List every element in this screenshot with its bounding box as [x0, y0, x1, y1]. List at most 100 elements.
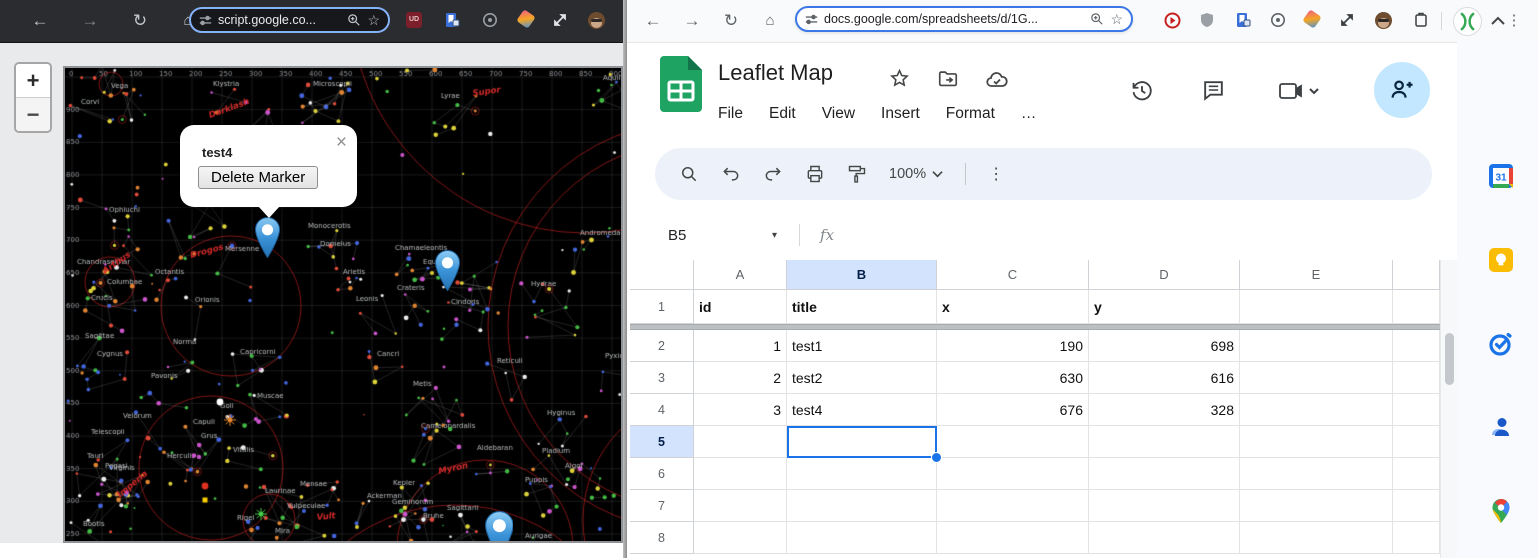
back-icon[interactable]: ←: [27, 0, 53, 42]
back-icon[interactable]: ←: [640, 0, 666, 42]
vertical-scrollbar[interactable]: [1440, 260, 1458, 558]
scrollbar-thumb[interactable]: [1445, 333, 1454, 385]
bookmark-star-icon[interactable]: ☆: [367, 12, 380, 29]
extension-play-icon[interactable]: [1164, 12, 1182, 30]
extension-bookmark-lock-icon[interactable]: [1235, 12, 1253, 30]
column-header-D[interactable]: D: [1089, 260, 1240, 290]
cell-F4[interactable]: [1393, 394, 1440, 426]
menu-view[interactable]: View: [822, 100, 855, 128]
row-header-1[interactable]: 1: [630, 290, 694, 324]
cell-E1[interactable]: [1240, 290, 1393, 324]
share-button[interactable]: [1374, 62, 1430, 118]
search-icon[interactable]: [679, 164, 699, 184]
cell-C1[interactable]: x: [937, 290, 1089, 324]
home-icon[interactable]: ⌂: [757, 0, 783, 42]
zoom-in-icon[interactable]: [1090, 12, 1104, 26]
map-marker-3[interactable]: [484, 510, 514, 541]
bookmark-star-icon[interactable]: ☆: [1110, 11, 1123, 28]
toolbar-overflow-kebab-icon[interactable]: ⋮: [988, 164, 1004, 184]
cell-D5[interactable]: [1089, 426, 1240, 458]
extension-circle-icon[interactable]: [482, 12, 500, 30]
cell-C6[interactable]: [937, 458, 1089, 490]
column-header-B[interactable]: B: [787, 260, 937, 290]
cell-E6[interactable]: [1240, 458, 1393, 490]
cell-A5[interactable]: [694, 426, 787, 458]
fill-handle[interactable]: [931, 452, 942, 463]
cell-A1[interactable]: id: [694, 290, 787, 324]
zoom-select[interactable]: 100%: [889, 166, 943, 182]
contacts-icon[interactable]: [1488, 414, 1514, 440]
cell-C8[interactable]: [937, 522, 1089, 554]
name-box-caret-icon[interactable]: ▾: [772, 230, 777, 241]
frozen-row-divider[interactable]: [630, 324, 1457, 330]
popup-close-icon[interactable]: ×: [336, 133, 347, 152]
cell-E3[interactable]: [1240, 362, 1393, 394]
cell-E2[interactable]: [1240, 330, 1393, 362]
cell-D8[interactable]: [1089, 522, 1240, 554]
column-header-E[interactable]: E: [1240, 260, 1393, 290]
cell-A7[interactable]: [694, 490, 787, 522]
row-header-4[interactable]: 4: [630, 394, 694, 426]
cell-E7[interactable]: [1240, 490, 1393, 522]
cell-name-box[interactable]: B5: [627, 227, 764, 244]
cell-E4[interactable]: [1240, 394, 1393, 426]
cell-C3[interactable]: 630: [937, 362, 1089, 394]
cell-B2[interactable]: test1: [787, 330, 937, 362]
undo-icon[interactable]: [721, 164, 741, 184]
cell-B6[interactable]: [787, 458, 937, 490]
cell-F7[interactable]: [1393, 490, 1440, 522]
reload-icon[interactable]: ↻: [718, 0, 744, 42]
grid-corner[interactable]: [1393, 260, 1440, 290]
cell-A3[interactable]: 2: [694, 362, 787, 394]
row-header-3[interactable]: 3: [630, 362, 694, 394]
cell-F6[interactable]: [1393, 458, 1440, 490]
cell-A8[interactable]: [694, 522, 787, 554]
redo-icon[interactable]: [763, 164, 783, 184]
paint-format-icon[interactable]: [847, 164, 867, 184]
delete-marker-button[interactable]: Delete Marker: [198, 166, 319, 189]
map-zoom-in-button[interactable]: +: [16, 64, 50, 97]
cell-A2[interactable]: 1: [694, 330, 787, 362]
tune-icon[interactable]: [805, 13, 818, 26]
star-document-icon[interactable]: [889, 68, 911, 90]
forward-icon[interactable]: →: [77, 0, 103, 42]
map-zoom-out-button[interactable]: −: [16, 97, 50, 131]
tune-icon[interactable]: [199, 14, 212, 27]
forward-icon[interactable]: →: [679, 0, 705, 42]
row-header-6[interactable]: 6: [630, 458, 694, 490]
column-header-A[interactable]: A: [694, 260, 787, 290]
cell-A4[interactable]: 3: [694, 394, 787, 426]
extension-brush-icon[interactable]: [516, 9, 537, 30]
address-bar[interactable]: docs.google.com/spreadsheets/d/1G... ☆: [795, 6, 1133, 32]
cell-D6[interactable]: [1089, 458, 1240, 490]
sheets-logo-icon[interactable]: [660, 56, 702, 112]
reload-icon[interactable]: ↻: [127, 0, 153, 42]
menu-format[interactable]: Format: [946, 100, 995, 128]
cell-F3[interactable]: [1393, 362, 1440, 394]
spreadsheet-grid[interactable]: A B C D E 1 id title x y 2 1 test1 190 698 3 2 test2 630 61…: [630, 260, 1440, 558]
cell-B3[interactable]: test2: [787, 362, 937, 394]
collapse-toolbar-icon[interactable]: [1490, 16, 1506, 26]
version-history-icon[interactable]: [1129, 78, 1155, 104]
menu-edit[interactable]: Edit: [769, 100, 796, 128]
cell-D3[interactable]: 616: [1089, 362, 1240, 394]
grid-corner[interactable]: [630, 260, 694, 290]
profile-avatar[interactable]: [1453, 7, 1482, 36]
cell-E8[interactable]: [1240, 522, 1393, 554]
menu-[interactable]: …: [1021, 100, 1037, 128]
menu-insert[interactable]: Insert: [881, 100, 920, 128]
cell-B7[interactable]: [787, 490, 937, 522]
cell-F2[interactable]: [1393, 330, 1440, 362]
address-bar[interactable]: script.google.co... ☆: [189, 7, 390, 33]
cell-F1[interactable]: [1393, 290, 1440, 324]
map-marker-1[interactable]: [254, 217, 280, 258]
comments-icon[interactable]: [1201, 78, 1227, 104]
avatar-monkey-icon[interactable]: [1375, 12, 1393, 30]
cell-C4[interactable]: 676: [937, 394, 1089, 426]
cell-B8[interactable]: [787, 522, 937, 554]
fullscreen-arrows-icon[interactable]: [552, 12, 570, 30]
keep-icon[interactable]: [1488, 247, 1514, 273]
calendar-icon[interactable]: 31: [1488, 163, 1514, 189]
extension-bookmark-lock-icon[interactable]: [444, 12, 462, 30]
extension-brush-icon[interactable]: [1302, 9, 1323, 30]
